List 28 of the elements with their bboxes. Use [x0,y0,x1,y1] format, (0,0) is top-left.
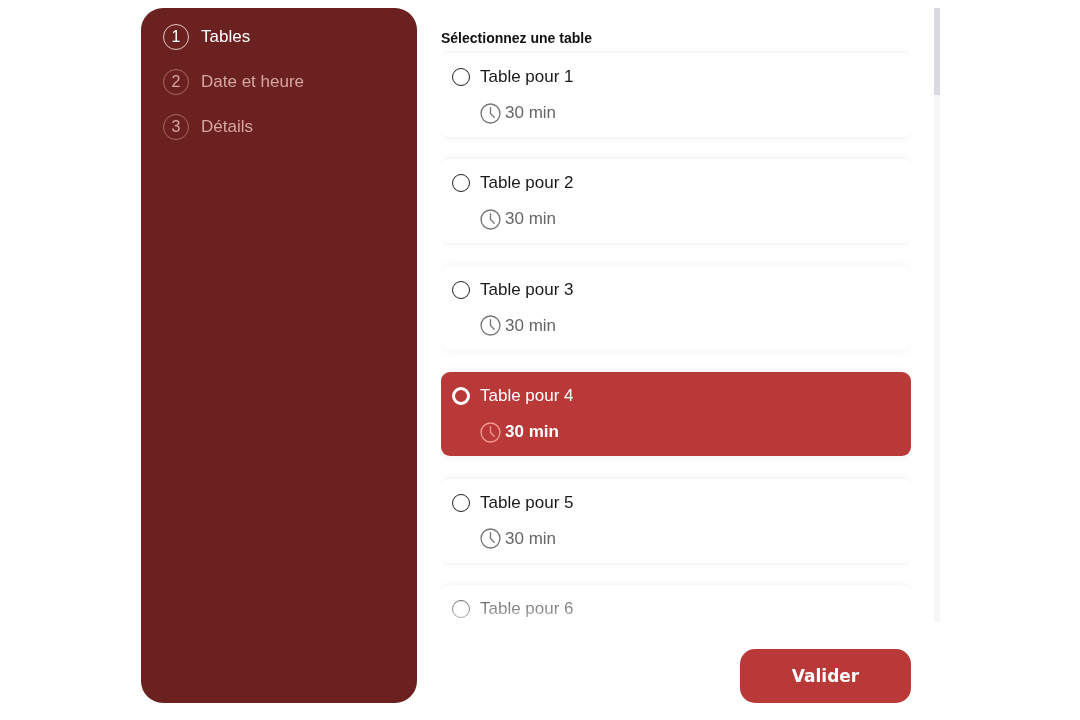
table-label: Table pour 2 [480,173,574,194]
duration-text: 30 min [505,422,559,443]
table-option[interactable]: Table pour 5 30 min [441,478,911,563]
clock-icon [480,102,501,124]
duration-text: 30 min [505,103,557,123]
table-label: Table pour 1 [480,67,574,87]
clock-icon [480,528,501,550]
table-label: Table pour 4 [480,386,574,407]
section-heading: Sélectionnez une table [441,30,593,47]
validate-button[interactable]: Valider [740,649,911,703]
step-label[interactable]: Tables [201,24,251,50]
clock-icon [480,208,501,230]
table-option[interactable]: Table pour 2 30 min [441,159,911,244]
table-label: Table pour 6 [480,598,574,619]
table-option[interactable]: Table pour 3 30 min [441,265,911,350]
duration-text: 30 min [505,528,557,549]
table-option[interactable]: Table pour 4 30 min [441,372,911,457]
table-option[interactable]: Table pour 1 30 min [441,53,911,137]
step-label[interactable]: Date et heure [201,69,304,95]
clock-icon [480,421,501,443]
scrollbar[interactable] [934,8,940,622]
table-label: Table pour 3 [480,279,574,300]
table-option[interactable]: Table pour 6 [441,584,911,622]
step-label[interactable]: Détails [201,114,253,140]
duration-text: 30 min [505,315,557,336]
table-label: Table pour 5 [480,492,574,513]
duration-text: 30 min [505,209,557,230]
clock-icon [480,315,501,337]
